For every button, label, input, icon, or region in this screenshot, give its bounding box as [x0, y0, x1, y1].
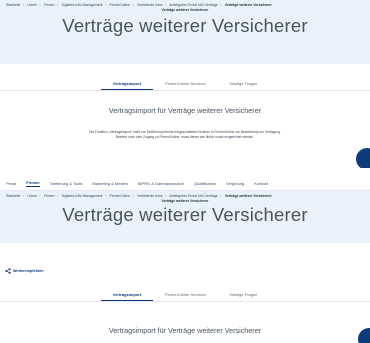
divider: [0, 168, 370, 176]
intro-text: Die Funktion „Vertragsimport“ steht zur …: [0, 130, 370, 140]
breadcrumb-item[interactable]: Digitales bAV-Management: [62, 194, 103, 198]
breadcrumb: Startseite › Leben › Firmen › Digitales bAV…: [6, 3, 272, 7]
breadcrumb-item[interactable]: Digitales bAV-Management: [62, 3, 103, 7]
tab-firmenonline-services[interactable]: FirmenOnline Services: [153, 81, 217, 90]
share-label: Weiterempfehlen: [13, 269, 44, 273]
breadcrumb-item[interactable]: Leben: [27, 194, 36, 198]
hero-banner: Startseite › Leben › Firmen › Digitales bAV…: [0, 191, 370, 243]
breadcrumb-item[interactable]: Arbeitgeber-Portal bAV-Verträge: [169, 194, 217, 198]
page-title: Verträge weiterer Versicherer: [62, 204, 308, 225]
section-title: Vertragsimport für Verträge weiterer Ver…: [108, 106, 262, 115]
top-navigation: Privat Firmen Tarifierung & Tools Market…: [0, 176, 370, 191]
breadcrumb-item[interactable]: Firmen: [44, 3, 55, 7]
share-icon: [5, 268, 11, 274]
chat-icon[interactable]: [356, 148, 370, 168]
breadcrumb-item[interactable]: Startseite: [6, 3, 20, 7]
tab-haeufige-fragen[interactable]: Häufige Fragen: [218, 81, 270, 90]
hero-banner: Startseite › Leben › Firmen › Digitales bAV…: [0, 0, 370, 64]
nav-item-firmen[interactable]: Firmen: [26, 180, 40, 187]
tab-vertragsimport[interactable]: Vertragsimport: [100, 81, 154, 90]
breadcrumb-item[interactable]: Leben: [27, 3, 36, 7]
breadcrumb-item[interactable]: Vertiefende Infos: [137, 3, 162, 7]
screenshot-top: Startseite › Leben › Firmen › Digitales bAV…: [0, 0, 370, 168]
breadcrumb-item[interactable]: FirmenOnline: [110, 3, 130, 7]
nav-item-kontakt[interactable]: Kontakt: [254, 181, 268, 186]
nav-item-qualifikation[interactable]: Qualifikation: [194, 181, 216, 186]
nav-item-bipro[interactable]: BiPRO & Datenaustausch: [138, 181, 184, 186]
tab-haeufige-fragen[interactable]: Häufige Fragen: [218, 292, 270, 301]
tab-firmenonline-services[interactable]: FirmenOnline Services: [153, 292, 217, 301]
breadcrumb-item[interactable]: Arbeitgeber-Portal bAV-Verträge: [169, 3, 217, 7]
breadcrumb-item[interactable]: Vertiefende Infos: [137, 194, 162, 198]
breadcrumb-wrap: Verträge weiterer Versicherer: [161, 8, 209, 12]
section-title: Vertragsimport für Verträge weiterer Ver…: [108, 326, 262, 335]
nav-item-privat[interactable]: Privat: [6, 181, 16, 186]
breadcrumb-item[interactable]: Startseite: [6, 194, 20, 198]
screenshot-bottom: Privat Firmen Tarifierung & Tools Market…: [0, 176, 370, 343]
page-title: Verträge weiterer Versicherer: [62, 15, 308, 36]
share-button[interactable]: Weiterempfehlen: [0, 265, 370, 277]
breadcrumb-item[interactable]: FirmenOnline: [110, 194, 130, 198]
breadcrumb-current: Verträge weiterer Versicherer: [224, 3, 272, 7]
tab-bar: Vertragsimport FirmenOnline Services Häu…: [0, 287, 370, 302]
intro-line-2: Besteht noch kein Zugang zu FirmenOnline…: [115, 135, 255, 139]
breadcrumb-current: Verträge weiterer Versicherer: [224, 194, 272, 198]
nav-item-marketing[interactable]: Marketing & Medien: [92, 181, 128, 186]
tab-vertragsimport[interactable]: Vertragsimport: [100, 292, 154, 301]
tab-bar: Vertragsimport FirmenOnline Services Häu…: [0, 74, 370, 91]
nav-item-verguetung[interactable]: Vergütung: [226, 181, 244, 186]
breadcrumb-item[interactable]: Firmen: [44, 194, 55, 198]
nav-item-tarifierung[interactable]: Tarifierung & Tools: [50, 181, 83, 186]
breadcrumb: Startseite › Leben › Firmen › Digitales bAV…: [6, 194, 272, 198]
